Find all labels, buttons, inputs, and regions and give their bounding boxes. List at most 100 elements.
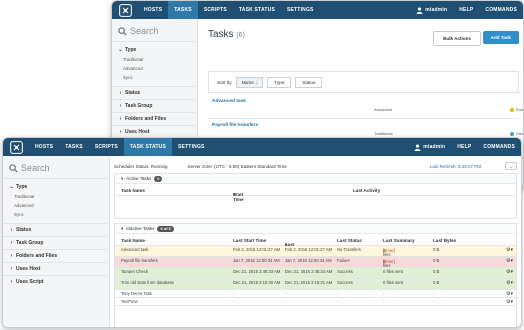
- sort-type-button[interactable]: Type: [267, 76, 292, 88]
- nav-help[interactable]: HELP: [453, 1, 479, 19]
- nav-task-status[interactable]: TASK STATUS: [233, 1, 281, 19]
- type-filter-sync[interactable]: Sync: [3, 210, 109, 219]
- filter-task-group[interactable]: › Task Group: [112, 99, 197, 112]
- sort-status-button[interactable]: Status: [295, 76, 323, 88]
- filter-status[interactable]: › Status: [3, 223, 109, 236]
- filter-status-label: Status: [16, 227, 32, 233]
- sort-name-button[interactable]: Name ↓: [235, 76, 264, 88]
- filter-type-header[interactable]: ⌄ Type: [112, 42, 197, 55]
- task-name-link[interactable]: Payroll file transfers: [212, 123, 258, 128]
- nav-settings[interactable]: SETTINGS: [172, 138, 211, 156]
- bulk-actions-button[interactable]: Bulk Actions: [433, 31, 481, 46]
- row-bytes: -: [433, 290, 435, 296]
- user-icon: [414, 144, 421, 151]
- user-menu[interactable]: miadmin: [408, 144, 451, 151]
- gear-icon[interactable]: ⚙▾: [506, 258, 513, 264]
- table-row[interactable]: Trim old stats from database Dec 21, 201…: [115, 279, 516, 290]
- sidebar: Search ⌄ Type Traditional Advanced Sync ›…: [3, 156, 110, 327]
- sort-bar: Sort by Name ↓ Type Status: [208, 71, 519, 93]
- row-end-time: Dec 21, 2015 2:45:34 AM: [285, 268, 333, 274]
- nav-help[interactable]: HELP: [451, 138, 477, 156]
- chevron-down-icon: ⌄: [509, 163, 513, 169]
- top-nav: HOSTS TASKS SCRIPTS TASK STATUS SETTINGS…: [112, 1, 523, 19]
- row-bytes: 0 B: [433, 279, 440, 285]
- gear-icon[interactable]: ⚙▾: [506, 299, 513, 305]
- chevron-right-icon: ›: [10, 253, 13, 259]
- nav-commands[interactable]: COMMANDS: [477, 138, 521, 156]
- filter-status[interactable]: › Status: [112, 86, 197, 99]
- row-summary-tag: [timer]: [383, 248, 395, 253]
- top-nav: HOSTS TASKS SCRIPTS TASK STATUS SETTINGS…: [3, 138, 521, 156]
- row-summary: -: [383, 298, 385, 304]
- gear-icon[interactable]: ⚙▾: [506, 269, 513, 275]
- filter-uses-script[interactable]: › Uses Script: [3, 275, 109, 288]
- table-row[interactable]: Tony Demo Task - - - - - ⚙▾: [115, 290, 516, 298]
- screenshot-stage: HOSTS TASKS SCRIPTS TASK STATUS SETTINGS…: [0, 0, 524, 330]
- row-task-name: Trim old stats from database: [121, 279, 174, 285]
- type-filter-sync[interactable]: Sync: [112, 73, 197, 82]
- server-zone: Server zone: (UTC - 5:00) Eastern Standa…: [187, 163, 287, 169]
- collapse-icon: ▾: [121, 225, 124, 231]
- user-menu[interactable]: miadmin: [410, 7, 453, 14]
- refresh-dropdown-button[interactable]: ⌄: [505, 162, 517, 170]
- type-filter-advanced[interactable]: Advanced: [3, 201, 109, 210]
- filter-folders-label: Folders and Files: [125, 116, 167, 122]
- nav-scripts[interactable]: SCRIPTS: [89, 138, 124, 156]
- app-logo-icon[interactable]: [3, 138, 29, 156]
- col-last-start-time[interactable]: Last Start Time: [233, 238, 266, 243]
- nav-tasks[interactable]: TASKS: [168, 1, 198, 19]
- app-logo-icon[interactable]: [112, 1, 138, 19]
- filter-task-group[interactable]: › Task Group: [3, 236, 109, 249]
- gear-icon[interactable]: ⚙▾: [506, 291, 513, 297]
- status-line: Scheduler Status: Running Server zone: (…: [114, 161, 517, 171]
- nav-settings[interactable]: SETTINGS: [281, 1, 320, 19]
- add-task-button[interactable]: Add Task: [482, 31, 519, 44]
- nav-commands[interactable]: COMMANDS: [479, 1, 523, 19]
- type-filter-traditional[interactable]: Traditional: [112, 55, 197, 64]
- inactive-tasks-label: Inactive Tasks: [126, 226, 155, 231]
- nav-tasks[interactable]: TASKS: [59, 138, 89, 156]
- collapse-icon: ▾: [121, 175, 124, 181]
- filter-folders-files[interactable]: › Folders and Files: [3, 249, 109, 262]
- col-task-name[interactable]: Task Name: [121, 238, 145, 243]
- search-box[interactable]: Search: [3, 156, 109, 179]
- col-last-bytes[interactable]: Last Bytes: [433, 238, 456, 243]
- table-row[interactable]: Tamper Check Dec 21, 2015 2:45:33 AM Dec…: [115, 268, 516, 279]
- nav-task-status[interactable]: TASK STATUS: [123, 138, 172, 156]
- type-filter-advanced[interactable]: Advanced: [112, 64, 197, 73]
- gear-icon[interactable]: ⚙▾: [506, 280, 513, 286]
- table-row[interactable]: Advanced task Feb 2, 2016 12:01:27 AM Fe…: [115, 246, 516, 262]
- sort-label: Sort by: [217, 79, 232, 85]
- search-placeholder: Search: [21, 163, 50, 173]
- filter-uses-host-label: Uses Host: [16, 266, 41, 272]
- filter-folders-files[interactable]: › Folders and Files: [112, 112, 197, 125]
- table-row[interactable]: TestTime - - - - - ⚙▾: [115, 298, 516, 306]
- task-state-text: Disabled: [516, 131, 524, 136]
- row-summary: 0 files sent: [383, 279, 404, 285]
- task-row[interactable]: Advanced task Advanced Enabled: [208, 95, 523, 119]
- filter-type-header[interactable]: ⌄ Type: [3, 179, 109, 192]
- col-last-summary[interactable]: Last Summary: [383, 238, 415, 243]
- inactive-tasks-header[interactable]: ▾ Inactive Tasks 6 of 6: [115, 224, 516, 234]
- task-state: Disabled: [510, 131, 524, 136]
- inactive-tasks-panel: ▾ Inactive Tasks 6 of 6 Task Name Last S…: [114, 223, 517, 327]
- filter-uses-host[interactable]: › Uses Host: [3, 262, 109, 275]
- gear-icon[interactable]: ⚙▾: [506, 247, 513, 253]
- nav-hosts[interactable]: HOSTS: [138, 1, 168, 19]
- col-task-name[interactable]: Task Name: [121, 188, 145, 193]
- nav-scripts[interactable]: SCRIPTS: [198, 1, 233, 19]
- nav-hosts[interactable]: HOSTS: [29, 138, 59, 156]
- table-row[interactable]: Payroll file transfers Jan 7, 2016 12:00…: [115, 257, 516, 273]
- active-tasks-header[interactable]: ▾ Active Tasks 0: [115, 174, 516, 184]
- col-last-status[interactable]: Last Status: [337, 238, 362, 243]
- search-box[interactable]: Search: [112, 19, 197, 42]
- row-end-time: Feb 2, 2016 12:01:27 AM: [285, 246, 333, 252]
- row-task-name: Advanced task: [121, 246, 149, 252]
- filter-uses-host-label: Uses Host: [125, 129, 150, 135]
- row-status: -: [337, 298, 339, 304]
- task-name-link[interactable]: Advanced task: [212, 99, 246, 104]
- filter-type-label: Type: [125, 47, 137, 53]
- chevron-right-icon: ›: [10, 240, 13, 246]
- col-last-activity[interactable]: Last Activity: [353, 188, 380, 193]
- type-filter-traditional[interactable]: Traditional: [3, 192, 109, 201]
